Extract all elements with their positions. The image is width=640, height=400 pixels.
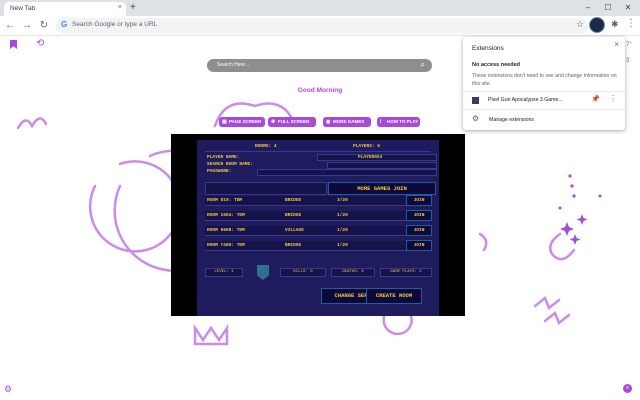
greeting: Good Morning	[297, 87, 343, 94]
no-access-header: No access needed	[472, 62, 520, 68]
room-name: ROOM 1694: TDM	[207, 213, 245, 218]
tab-strip: New Tab × + – ☐ ✕	[0, 0, 640, 16]
level-stat: LEVEL: 1	[205, 268, 243, 277]
settings-gear-icon[interactable]: ⚙	[4, 384, 12, 395]
room-players: 1/20	[337, 228, 348, 233]
room-players: 3/20	[337, 198, 348, 203]
popup-title: Extensions	[472, 45, 504, 52]
back-icon[interactable]: ←	[3, 19, 17, 33]
search-bar[interactable]: Search Here... ⌕	[207, 59, 432, 72]
gamepad-icon: ◉	[326, 119, 331, 125]
divider	[463, 109, 625, 110]
player-name-field[interactable]: PLAYER553	[317, 154, 437, 161]
full-screen-button[interactable]: ✥ FULL SCREEN	[268, 117, 316, 127]
more-games-join-button[interactable]: MORE GAMES JOIN	[328, 182, 436, 195]
room-row[interactable]: ROOM 7408: TDM BRIDGE 1/20	[205, 241, 431, 251]
deaths-stat: DEATHS: 0	[331, 268, 375, 277]
omnibox-placeholder: Search Google or type a URL	[72, 21, 158, 28]
minimize-icon[interactable]: –	[578, 1, 598, 15]
search-icon[interactable]: ⌕	[421, 60, 425, 70]
crown-doodle	[193, 323, 229, 346]
forward-icon[interactable]: →	[20, 19, 34, 33]
join-button[interactable]: JOIN	[406, 240, 432, 251]
room-row[interactable]: ROOM 1694: TDM BRIDGE 1/20	[205, 211, 431, 221]
close-window-icon[interactable]: ✕	[618, 1, 638, 15]
room-map: BRIDGE	[285, 198, 302, 203]
search-input[interactable]: Search Here...	[217, 62, 249, 68]
sparkle-doodle	[560, 222, 574, 236]
how-to-play-button[interactable]: i HOW TO PLAY	[377, 117, 420, 127]
more-games-button[interactable]: ◉ MORE GAMES	[323, 117, 371, 127]
room-row[interactable]: ROOM 6608: TDM VILLAGE 1/20	[205, 226, 431, 236]
rooms-count: ROOMS: 4	[255, 144, 277, 149]
extensions-popup: Extensions × No access needed These exte…	[463, 37, 625, 130]
squiggle-doodle	[16, 117, 48, 130]
room-map: BRIDGE	[285, 213, 302, 218]
rank-badge-icon	[257, 265, 269, 280]
extension-name[interactable]: Pixel Gun Apocalypse 3 Game...	[488, 97, 563, 103]
tab-close-icon[interactable]: ×	[118, 4, 122, 11]
tab-title: New Tab	[10, 5, 36, 12]
maximize-icon[interactable]: ☐	[598, 1, 618, 15]
room-name: ROOM 6608: TDM	[207, 228, 245, 233]
room-map: VILLAGE	[285, 228, 304, 233]
pin-icon[interactable]: 📌	[591, 95, 600, 103]
star-icon[interactable]: ☆	[576, 19, 584, 30]
corner-menu-icon[interactable]: ≡	[623, 384, 632, 393]
gear-icon: ⚙	[472, 114, 480, 123]
game-frame[interactable]: ROOMS: 4 PLAYERS: 6 PLAYER NAME: PLAYER5…	[171, 134, 465, 316]
menu-icon[interactable]: ⋮	[626, 18, 636, 29]
history-icon[interactable]: ⟲	[36, 38, 44, 49]
join-button[interactable]: JOIN	[406, 210, 432, 221]
password-label: PASSWORD:	[207, 169, 232, 174]
tab-new-tab[interactable]: New Tab ×	[4, 2, 126, 16]
players-count: PLAYERS: 6	[353, 144, 381, 149]
clipped-weather-text: 7°	[626, 42, 632, 48]
browser-toolbar: ← → ↻ G Search Google or type a URL ☆	[0, 16, 640, 36]
player-name-label: PLAYER NAME:	[207, 155, 240, 160]
divider	[205, 151, 431, 152]
room-row[interactable]: ROOM 810: TDM BRIDGE 3/20	[205, 196, 431, 206]
room-players: 1/20	[337, 213, 348, 218]
reload-icon[interactable]: ↻	[37, 19, 51, 33]
room-name: ROOM 810: TDM	[207, 198, 243, 203]
divider	[463, 91, 625, 92]
manage-extensions-link[interactable]: Manage extensions	[489, 117, 534, 123]
clipped-weather-text-2: 3	[626, 58, 630, 64]
create-room-button[interactable]: CREATE ROOM	[366, 288, 422, 304]
no-access-description: These extensions don't need to see and c…	[472, 73, 617, 87]
fullscreen-icon: ✥	[271, 119, 276, 125]
page-screen-button[interactable]: ▣ PAGE SCREEN	[219, 117, 265, 127]
search-room-label: SEARCH ROOM NAME:	[207, 162, 253, 167]
password-field[interactable]	[257, 169, 437, 176]
extension-icon	[472, 97, 479, 104]
search-room-field[interactable]	[327, 162, 437, 169]
room-map: BRIDGE	[285, 243, 302, 248]
more-games-area	[205, 182, 327, 195]
room-name: ROOM 7408: TDM	[207, 243, 245, 248]
close-icon[interactable]: ×	[614, 40, 619, 49]
more-options-icon[interactable]: ⋮	[609, 94, 617, 103]
puzzle-icon[interactable]: ✱	[611, 19, 619, 30]
games-played-stat: GAME PLAYS: 2	[380, 268, 432, 277]
google-icon: G	[61, 20, 68, 29]
window-controls: – ☐ ✕	[578, 1, 638, 15]
extension-avatar-icon[interactable]	[589, 17, 605, 33]
join-button[interactable]: JOIN	[406, 195, 432, 206]
screen-icon: ▣	[222, 119, 227, 125]
join-button[interactable]: JOIN	[406, 225, 432, 236]
kills-stat: KILLS: 0	[280, 268, 326, 277]
new-tab-button[interactable]: +	[130, 2, 136, 14]
omnibox[interactable]: G Search Google or type a URL ☆	[56, 18, 588, 34]
info-icon: i	[380, 119, 382, 125]
room-players: 1/20	[337, 243, 348, 248]
